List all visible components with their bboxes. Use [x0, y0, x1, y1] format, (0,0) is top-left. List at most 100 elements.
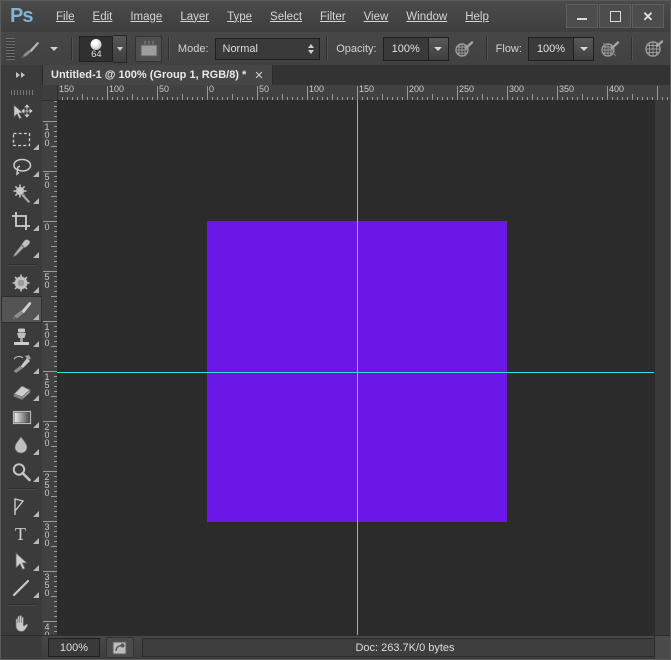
flow-dropdown-button[interactable]: [573, 37, 594, 60]
brush-preset-picker-button[interactable]: [113, 34, 128, 63]
menu-layer[interactable]: Layer: [171, 8, 218, 26]
document-preview-icon[interactable]: [106, 637, 134, 658]
ruler-tick: [307, 86, 308, 100]
menu-window-label: Window: [406, 10, 448, 23]
menu-view[interactable]: View: [355, 8, 398, 26]
menu-help[interactable]: Help: [456, 8, 498, 26]
vertical-ruler[interactable]: 1005005010015020025030035040: [42, 100, 58, 637]
svg-text:T: T: [15, 524, 26, 544]
menu-window[interactable]: Window: [397, 8, 456, 26]
tool-submenu-indicator: [33, 198, 39, 204]
brush-tool[interactable]: [1, 296, 42, 323]
resize-grip[interactable]: [654, 636, 670, 659]
ruler-tick: [557, 86, 558, 100]
ruler-label: 50: [259, 85, 270, 94]
menu-select-label: Select: [270, 10, 303, 23]
horizontal-ruler[interactable]: 150 100 50 0 50 100 150 200 250 300 350 400: [42, 85, 670, 101]
opacity-label: Opacity:: [336, 42, 377, 55]
airbrush-icon[interactable]: [598, 37, 621, 61]
menu-image-label: Image: [130, 10, 163, 23]
menu-edit[interactable]: Edit: [84, 8, 122, 26]
document-tab-strip: Untitled-1 @ 100% (Group 1, RGB/8) * ✕: [1, 65, 670, 86]
ruler-label: 100: [44, 122, 50, 149]
horizontal-guide[interactable]: [57, 372, 655, 373]
ruler-tick: [657, 86, 658, 100]
gradient-tool[interactable]: [1, 404, 42, 431]
vertical-scrollbar[interactable]: [654, 100, 670, 637]
line-tool[interactable]: [1, 574, 42, 601]
ruler-label: 300: [509, 85, 525, 94]
mode-label: Mode:: [177, 42, 209, 55]
zoom-level-field[interactable]: 100%: [48, 638, 100, 657]
path-selection-tool[interactable]: [1, 547, 42, 574]
menu-type[interactable]: Type: [218, 8, 261, 26]
tool-submenu-indicator: [33, 314, 39, 320]
eyedropper-tool[interactable]: [1, 234, 42, 261]
tool-divider: [7, 264, 36, 266]
brush-size-preview[interactable]: 64: [79, 35, 114, 62]
blur-tool[interactable]: [1, 431, 42, 458]
brush-icon[interactable]: [19, 37, 44, 61]
maximize-button[interactable]: [599, 4, 631, 28]
mode-stepper-icon: [305, 43, 316, 54]
flow-field[interactable]: 100%: [527, 36, 595, 61]
flow-value: 100%: [536, 42, 566, 55]
vertical-guide[interactable]: [357, 100, 358, 637]
blend-mode-select[interactable]: Normal: [214, 37, 321, 60]
menu-select[interactable]: Select: [261, 8, 311, 26]
brush-panel-icon[interactable]: [135, 35, 162, 62]
minimize-button[interactable]: [566, 4, 598, 28]
smoothing-icon[interactable]: [643, 37, 666, 61]
panel-collapse-button[interactable]: [1, 65, 43, 85]
clone-stamp-tool[interactable]: [1, 323, 42, 350]
ruler-tick: [157, 86, 158, 100]
magic-wand-tool[interactable]: [1, 180, 42, 207]
minimize-icon: [577, 18, 587, 20]
tool-submenu-indicator: [33, 368, 39, 374]
crop-tool[interactable]: [1, 207, 42, 234]
divider: [631, 37, 633, 60]
hand-tool[interactable]: [1, 609, 42, 636]
opacity-dropdown-button[interactable]: [427, 37, 448, 60]
menu-view-label: View: [363, 10, 389, 23]
menu-edit-label: Edit: [92, 10, 113, 23]
brush-preset-dropdown-caret[interactable]: [50, 46, 59, 51]
menu-image[interactable]: Image: [121, 8, 171, 26]
opacity-field[interactable]: 100%: [382, 36, 449, 61]
close-icon[interactable]: ✕: [254, 69, 263, 82]
ruler-label: 400: [609, 85, 625, 94]
tool-submenu-indicator: [33, 144, 39, 150]
ruler-label: 250: [459, 85, 475, 94]
chevron-down-icon: [116, 46, 123, 51]
tool-submenu-indicator: [33, 171, 39, 177]
menu-file[interactable]: File: [47, 8, 84, 26]
tool-submenu-indicator: [33, 225, 39, 231]
rectangular-marquee-tool[interactable]: [1, 126, 42, 153]
document-tab[interactable]: Untitled-1 @ 100% (Group 1, RGB/8) * ✕: [43, 65, 273, 85]
close-button[interactable]: ✕: [632, 4, 664, 28]
tool-submenu-indicator: [33, 341, 39, 347]
pressure-opacity-icon[interactable]: [453, 37, 476, 61]
horizontal-type-tool[interactable]: T: [1, 520, 42, 547]
tools-panel-grip[interactable]: [1, 85, 42, 99]
menu-file-label: File: [56, 10, 75, 23]
ruler-corner[interactable]: [42, 85, 58, 101]
document-info[interactable]: Doc: 263.7K/0 bytes: [142, 638, 668, 657]
history-brush-tool[interactable]: [1, 350, 42, 377]
chevron-down-icon: [434, 46, 443, 51]
lasso-tool[interactable]: [1, 153, 42, 180]
spot-healing-brush-tool[interactable]: [1, 269, 42, 296]
divider: [71, 37, 74, 60]
dodge-tool[interactable]: [1, 458, 42, 485]
tool-submenu-indicator: [33, 287, 39, 293]
canvas-area[interactable]: [57, 100, 655, 637]
options-bar: 64 Mode: Normal Opacity: 100% Flow: 100%: [1, 32, 670, 66]
eraser-tool[interactable]: [1, 377, 42, 404]
toolbox-footer: [1, 635, 43, 659]
ruler-label: 150: [44, 372, 50, 399]
menu-filter[interactable]: Filter: [311, 8, 355, 26]
options-bar-grip[interactable]: [6, 37, 15, 60]
move-tool[interactable]: [1, 99, 42, 126]
pen-tool[interactable]: [1, 493, 42, 520]
chevron-down-icon: [579, 46, 588, 51]
